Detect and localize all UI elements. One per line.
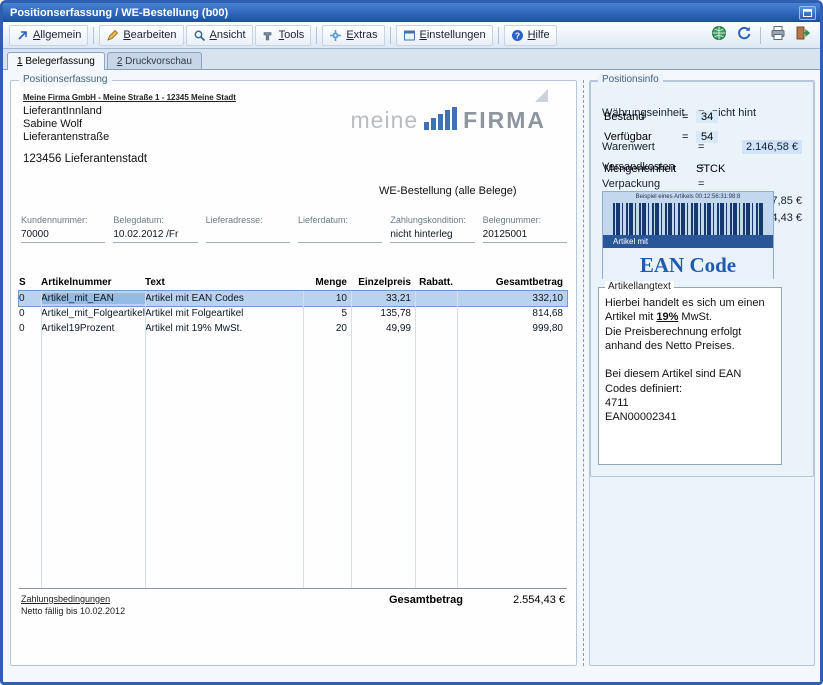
recipient-line-2: Sabine Wolf: [23, 118, 82, 130]
mengeneinheit-row: Mengeneinheit STCK: [604, 163, 804, 175]
printer-icon: [770, 25, 786, 46]
tab-belegerfassung[interactable]: 1 Belegerfassung: [7, 52, 105, 70]
exit-icon: [795, 25, 811, 46]
menu-extras[interactable]: Extras: [322, 25, 384, 46]
lieferdatum-value[interactable]: [298, 229, 382, 243]
zahlungskondition-value[interactable]: nicht hinterleg: [390, 229, 474, 243]
barcode-caption: Beispiel eines Artikels 00:12:56:31:98:8: [603, 192, 773, 200]
menu-hilfe[interactable]: ? Hilfe: [504, 25, 557, 46]
verfuegbar-value: 54: [696, 131, 718, 143]
refresh-button[interactable]: [732, 25, 755, 46]
recipient-city: 123456 Lieferantenstadt: [23, 153, 147, 165]
refresh-icon: [736, 25, 752, 46]
exit-button[interactable]: [791, 25, 814, 46]
verpackung-row: Verpackung =: [602, 178, 802, 190]
globe-button[interactable]: [707, 25, 730, 46]
menu-einstellungen[interactable]: Einstellungen: [396, 25, 493, 46]
company-header-line: Meine Firma GmbH - Meine Straße 1 - 1234…: [23, 93, 236, 102]
table-row[interactable]: 0 Artikel_mit_EAN Artikel mit EAN Codes …: [19, 291, 567, 306]
company-logo: meine FIRMA: [351, 107, 546, 132]
field-lieferadresse: Lieferadresse:: [206, 215, 290, 243]
mengeneinheit-value: STCK: [696, 163, 725, 175]
field-lieferdatum: Lieferdatum:: [298, 215, 382, 243]
arrow-ne-icon: [16, 29, 29, 42]
table-header: S Artikelnummer Text Menge Einzelpreis R…: [19, 277, 567, 291]
app-window: Positionserfassung / WE-Bestellung (b00)…: [0, 0, 823, 685]
verfuegbar-row: Verfügbar = 54: [604, 131, 804, 143]
table-bottom-line: [19, 588, 567, 589]
title-bar: Positionserfassung / WE-Bestellung (b00): [3, 3, 820, 22]
lieferadresse-value[interactable]: [206, 229, 290, 243]
recipient-line-1: LieferantInnland: [23, 105, 102, 117]
menu-ansicht[interactable]: Ansicht: [186, 25, 253, 46]
bestand-value: 34: [696, 111, 718, 123]
total-label: Gesamtbetrag: [389, 594, 463, 606]
positionsinfo-group: Positionsinfo Bestand = 34 Verfügbar = 5…: [590, 81, 814, 477]
globe-icon: [711, 25, 727, 46]
field-belegdatum: Belegdatum: 10.02.2012 /Fr: [113, 215, 197, 243]
toolbar: Allgemein Bearbeiten Ansicht Tools Extra…: [3, 22, 820, 49]
zahlungsbedingungen-link[interactable]: Zahlungsbedingungen: [21, 594, 110, 604]
barcode-label-big: EAN Code: [603, 248, 773, 282]
total-value: 2.554,43 €: [513, 594, 565, 606]
logo-bars-icon: [424, 107, 457, 132]
equals-sign: =: [682, 111, 696, 123]
menu-tools[interactable]: Tools: [255, 25, 312, 46]
settings-window-icon: [403, 29, 416, 42]
toolbar-separator: [498, 27, 499, 44]
kundennummer-value[interactable]: 70000: [21, 229, 105, 243]
logo-word-firma: FIRMA: [463, 109, 546, 132]
help-icon: ?: [511, 29, 524, 42]
barcode-label-small: Artikel mit: [603, 235, 773, 248]
restore-icon: [803, 4, 812, 22]
page-fold-icon: [535, 89, 548, 102]
edit-icon: [106, 29, 119, 42]
toolbar-separator: [390, 27, 391, 44]
artikellangtext-text: Hierbei handelt es sich um einen Artikel…: [599, 288, 781, 429]
belegnummer-value[interactable]: 20125001: [483, 229, 567, 243]
belegdatum-value[interactable]: 10.02.2012 /Fr: [113, 229, 197, 243]
table-row[interactable]: 0 Artikel19Prozent Artikel mit 19% MwSt.…: [19, 321, 567, 336]
beleginfo-group: Beleginfo Währungseinheit = nicht hint W…: [589, 80, 815, 666]
main-content: Positionserfassung Meine Firma GmbH - Me…: [3, 69, 820, 682]
tools-icon: [262, 29, 275, 42]
table-body: 0 Artikel_mit_EAN Artikel mit EAN Codes …: [19, 291, 567, 336]
toolbar-separator: [760, 27, 761, 44]
menu-bearbeiten[interactable]: Bearbeiten: [99, 25, 183, 46]
print-button[interactable]: [766, 25, 789, 46]
window-control-button[interactable]: [799, 6, 816, 20]
equals-sign: =: [698, 178, 712, 190]
ean-barcode-image: Beispiel eines Artikels 00:12:56:31:98:8…: [602, 191, 774, 279]
menu-allgemein[interactable]: Allgemein: [9, 25, 88, 46]
artikellangtext-box[interactable]: Artikellangtext Hierbei handelt es sich …: [598, 287, 782, 465]
tab-strip: 1 Belegerfassung 2 Druckvorschau: [3, 49, 820, 69]
equals-sign: =: [682, 131, 696, 143]
table-row[interactable]: 0 Artikel_mit_Folgeartikel Artikel mit F…: [19, 306, 567, 321]
positionserfassung-group-title: Positionserfassung: [19, 74, 112, 86]
svg-text:?: ?: [514, 30, 519, 40]
panel-splitter[interactable]: [583, 80, 584, 666]
tab-druckvorschau[interactable]: 2 Druckvorschau: [107, 52, 202, 69]
recipient-line-3: Lieferantenstraße: [23, 131, 109, 143]
zahlungsbedingungen-text: Netto fällig bis 10.02.2012: [21, 606, 125, 616]
document-fields: Kundennummer: 70000 Belegdatum: 10.02.20…: [21, 215, 567, 243]
toolbar-separator: [93, 27, 94, 44]
field-belegnummer: Belegnummer: 20125001: [483, 215, 567, 243]
magnifier-icon: [193, 29, 206, 42]
positionserfassung-group: Positionserfassung Meine Firma GmbH - Me…: [10, 80, 577, 666]
logo-word-meine: meine: [351, 109, 419, 132]
field-zahlungskondition: Zahlungskondition: nicht hinterleg: [390, 215, 474, 243]
window-title: Positionserfassung / WE-Bestellung (b00): [10, 7, 799, 19]
positionsinfo-group-title: Positionsinfo: [598, 74, 663, 86]
toolbar-separator: [316, 27, 317, 44]
bestand-row: Bestand = 34: [604, 111, 804, 123]
artikellangtext-label: Artikellangtext: [605, 281, 674, 293]
field-kundennummer: Kundennummer: 70000: [21, 215, 105, 243]
document-title: WE-Bestellung (alle Belege): [379, 185, 517, 197]
gear-icon: [329, 29, 342, 42]
barcode-stripes-icon: [613, 203, 763, 235]
